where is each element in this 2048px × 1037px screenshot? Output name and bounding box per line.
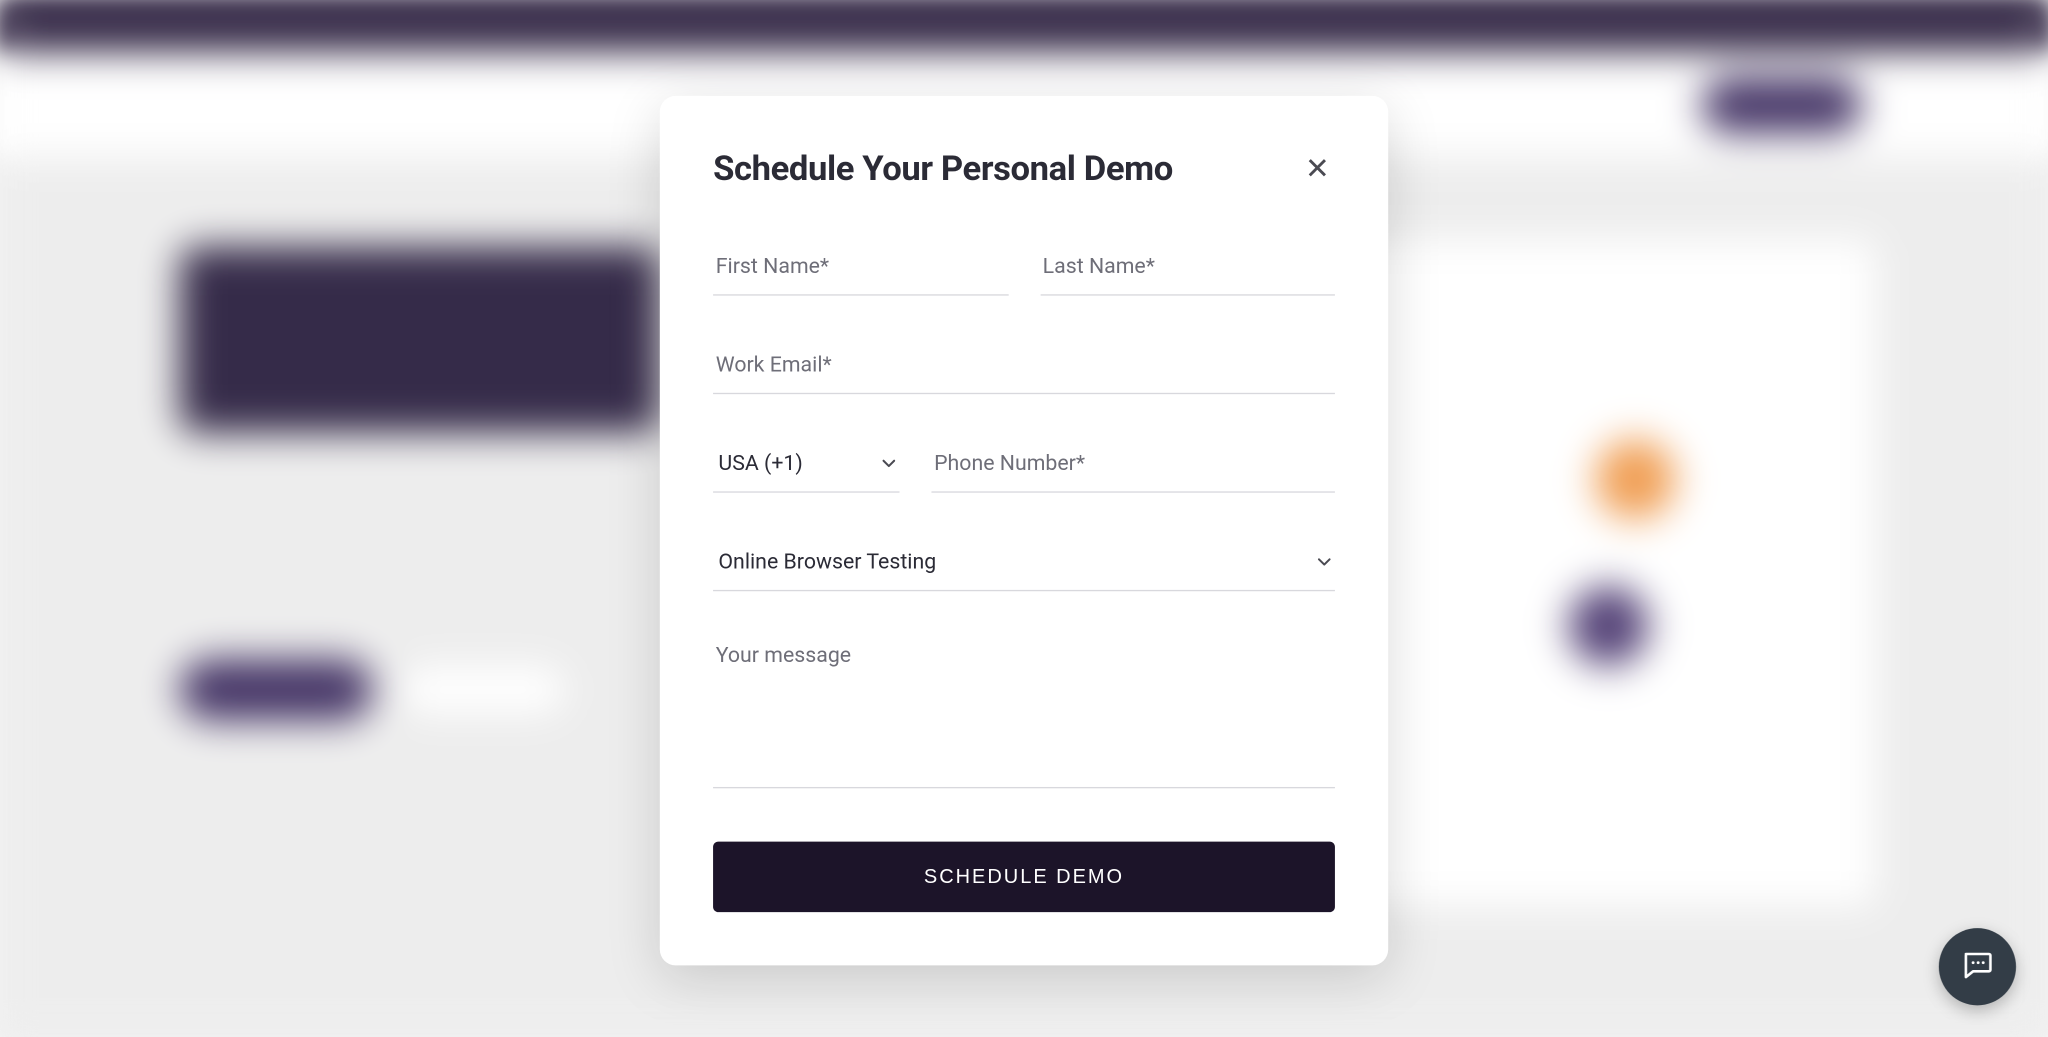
- product-selected-value: Online Browser Testing: [718, 549, 936, 574]
- message-textarea[interactable]: [713, 629, 1335, 789]
- country-code-value: USA (+1): [718, 450, 802, 475]
- schedule-demo-button[interactable]: SCHEDULE DEMO: [713, 842, 1335, 913]
- close-icon: ✕: [1305, 152, 1330, 185]
- chat-icon: [1960, 947, 1995, 987]
- country-code-select[interactable]: USA (+1): [713, 439, 899, 492]
- last-name-input[interactable]: [1040, 242, 1335, 295]
- chevron-down-icon: [1316, 553, 1332, 569]
- modal-title: Schedule Your Personal Demo: [713, 149, 1173, 189]
- first-name-input[interactable]: [713, 242, 1008, 295]
- chat-widget-button[interactable]: [1939, 928, 2016, 1005]
- close-button[interactable]: ✕: [1300, 149, 1335, 189]
- work-email-input[interactable]: [713, 341, 1335, 394]
- product-interest-select[interactable]: Online Browser Testing: [713, 538, 1335, 591]
- chevron-down-icon: [881, 455, 897, 471]
- phone-number-input[interactable]: [931, 439, 1334, 492]
- schedule-demo-modal: Schedule Your Personal Demo ✕ USA (+1) O…: [660, 96, 1388, 966]
